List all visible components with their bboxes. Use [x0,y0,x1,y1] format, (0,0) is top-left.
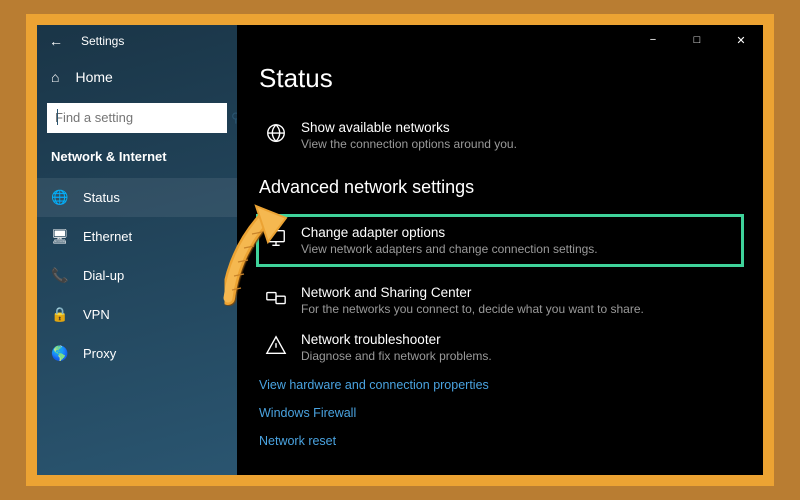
network-troubleshooter[interactable]: Network troubleshooter Diagnose and fix … [259,324,741,371]
network-sharing-center[interactable]: Network and Sharing Center For the netwo… [259,277,741,324]
search-box[interactable]: ⚲ [47,103,227,133]
sidebar-item-dialup[interactable]: 📞 Dial-up [37,256,237,295]
window-title: Settings [81,34,124,48]
monitor-icon [265,227,287,249]
home-label: Home [75,69,112,85]
sidebar-home[interactable]: ⌂ Home [37,57,237,97]
change-adapter-options[interactable]: Change adapter options View network adap… [256,214,744,267]
sharing-icon [265,287,287,309]
sidebar: ← Settings ⌂ Home ⚲ Network & Internet 🌐… [37,25,237,475]
sidebar-item-label: Proxy [83,346,116,361]
titlebar-left: ← Settings [37,25,237,57]
link-hardware-properties[interactable]: View hardware and connection properties [259,371,741,399]
show-available-networks[interactable]: Show available networks View the connect… [259,112,741,159]
advanced-heading: Advanced network settings [259,177,741,198]
sidebar-item-status[interactable]: 🌐 Status [37,178,237,217]
window-controls: − □ ✕ [631,25,763,55]
link-network-reset[interactable]: Network reset [259,427,741,455]
maximize-button[interactable]: □ [675,25,719,55]
sidebar-item-label: Ethernet [83,229,132,244]
search-input[interactable] [55,110,231,125]
item-title: Network troubleshooter [301,332,492,347]
item-desc: Diagnose and fix network problems. [301,349,492,363]
text-cursor [57,109,58,125]
back-icon[interactable]: ← [49,33,63,49]
item-title: Network and Sharing Center [301,285,644,300]
vpn-icon: 🔒 [51,306,67,323]
sidebar-item-vpn[interactable]: 🔒 VPN [37,295,237,334]
sidebar-item-label: VPN [83,307,110,322]
minimize-button[interactable]: − [631,25,675,55]
globe-network-icon: 🌐 [51,189,67,206]
sidebar-item-ethernet[interactable]: 🖥 Ethernet [37,217,237,256]
item-desc: View network adapters and change connect… [301,242,598,256]
close-button[interactable]: ✕ [719,25,763,55]
sidebar-item-label: Dial-up [83,268,124,283]
item-title: Show available networks [301,120,517,135]
link-windows-firewall[interactable]: Windows Firewall [259,399,741,427]
page-title: Status [259,63,741,94]
item-title: Change adapter options [301,225,598,240]
home-icon: ⌂ [51,69,59,85]
sidebar-item-proxy[interactable]: 🌎 Proxy [37,334,237,373]
globe-icon [265,122,287,144]
main-content: − □ ✕ Status Show available networks Vie… [237,25,763,475]
item-desc: View the connection options around you. [301,137,517,151]
warning-icon [265,334,287,356]
proxy-icon: 🌎 [51,345,67,362]
ethernet-icon: 🖥 [51,228,67,245]
item-desc: For the networks you connect to, decide … [301,302,644,316]
sidebar-category: Network & Internet [37,147,237,178]
sidebar-item-label: Status [83,190,120,205]
dialup-icon: 📞 [51,267,67,284]
